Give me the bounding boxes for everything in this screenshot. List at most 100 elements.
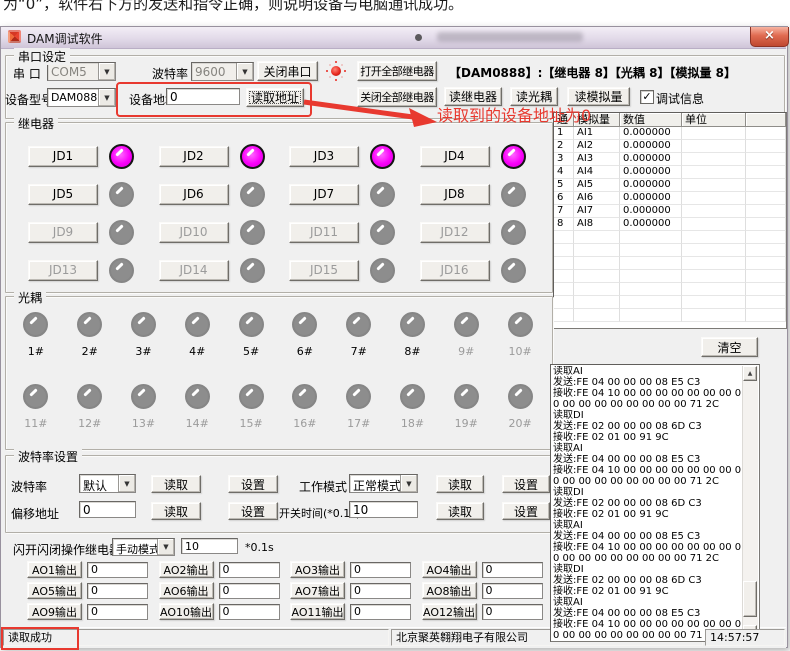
log-line: 读取AI (553, 597, 742, 608)
relay-button-jd15[interactable]: JD15 (289, 260, 359, 281)
flash-time-input[interactable] (181, 538, 238, 554)
relay-cell: JD13 (26, 251, 157, 289)
relay-button-jd16[interactable]: JD16 (420, 260, 490, 281)
ao-value-input-11[interactable] (350, 604, 411, 620)
log-line: 发送:FE 02 00 00 00 08 6D C3 (553, 575, 742, 586)
relay-button-jd11[interactable]: JD11 (289, 222, 359, 243)
ao-output-button-1[interactable]: AO1输出 (27, 561, 82, 578)
ao-output-button-8[interactable]: AO8输出 (422, 582, 477, 599)
relay-button-jd10[interactable]: JD10 (159, 222, 229, 243)
opto-indicator-6-off (292, 312, 317, 337)
opto-indicator-18-off (400, 384, 425, 409)
ao-value-input-10[interactable] (219, 604, 280, 620)
baudrate-label: 波特率 (11, 478, 47, 495)
table-row (554, 244, 786, 257)
ao-value-input-12[interactable] (482, 604, 543, 620)
table-cell: 0.000000 (620, 205, 682, 218)
opto-indicator-8-off (400, 312, 425, 337)
opto-label: 19# (455, 417, 478, 430)
relay-button-jd9[interactable]: JD9 (28, 222, 98, 243)
opto-channel: 17# (332, 384, 386, 430)
relay-button-jd8[interactable]: JD8 (420, 184, 490, 205)
table-cell: AI7 (574, 205, 620, 218)
app-logo-icon (8, 30, 21, 43)
offset-read-button[interactable]: 读取 (151, 502, 201, 520)
opto-indicator-15-off (239, 384, 264, 409)
switch-time-input[interactable] (349, 501, 418, 518)
relay-cell: JD2 (157, 137, 288, 175)
ao-output-button-12[interactable]: AO12输出 (422, 603, 477, 620)
ao-output-button-9[interactable]: AO9输出 (27, 603, 82, 620)
ao-output-button-7[interactable]: AO7输出 (290, 582, 345, 599)
close-button[interactable]: × (750, 27, 789, 47)
relay-button-jd1[interactable]: JD1 (28, 146, 98, 167)
baudrate-select[interactable]: 默认 ▼ (79, 474, 136, 493)
log-line: 发送:FE 02 00 00 00 08 6D C3 (553, 421, 742, 432)
scroll-up-icon[interactable]: ▲ (743, 366, 757, 381)
debug-info-checkbox[interactable]: ✓ (640, 90, 654, 104)
relay-cell: JD3 (287, 137, 418, 175)
ao-value-input-8[interactable] (482, 583, 543, 599)
ao-value-input-5[interactable] (87, 583, 148, 599)
ao-output-button-6[interactable]: AO6输出 (159, 582, 214, 599)
work-mode-select[interactable]: 正常模式 ▼ (349, 474, 418, 493)
opto-grid: 1#2#3#4#5#6#7#8#9#10#11#12#13#14#15#16#1… (9, 312, 547, 430)
log-scrollbar[interactable]: ▲ ▼ (742, 366, 758, 640)
baud-select[interactable]: 9600 ▼ (191, 62, 254, 81)
device-address-input[interactable] (166, 88, 240, 105)
relay-button-jd6[interactable]: JD6 (159, 184, 229, 205)
ao-value-input-2[interactable] (219, 562, 280, 578)
ao-output-button-10[interactable]: AO10输出 (159, 603, 214, 620)
ao-value-input-9[interactable] (87, 604, 148, 620)
relay-button-jd2[interactable]: JD2 (159, 146, 229, 167)
relay-button-jd13[interactable]: JD13 (28, 260, 98, 281)
table-cell (574, 283, 620, 296)
clear-log-button[interactable]: 清空 (701, 337, 758, 357)
open-all-relays-button[interactable]: 打开全部继电器 (357, 61, 437, 81)
scrollbar-thumb[interactable] (743, 581, 757, 617)
relay-cell: JD8 (418, 175, 549, 213)
relay-button-jd14[interactable]: JD14 (159, 260, 229, 281)
switch-time-set-button[interactable]: 设置 (502, 502, 550, 520)
relay-button-jd3[interactable]: JD3 (289, 146, 359, 167)
flash-time-unit: *0.1s (245, 541, 274, 554)
close-port-button[interactable]: 关闭串口 (257, 61, 318, 81)
table-row: 7AI70.000000 (554, 205, 786, 218)
table-cell (682, 205, 746, 218)
log-line: 发送:FE 04 00 00 00 08 E5 C3 (553, 377, 742, 388)
flash-mode-select[interactable]: 手动模式 ▼ (112, 538, 175, 556)
ao-cell: AO9输出 (27, 601, 159, 622)
ao-value-input-3[interactable] (350, 562, 411, 578)
ao-output-button-11[interactable]: AO11输出 (290, 603, 345, 620)
model-value: DAM0888 (48, 89, 98, 106)
ao-value-input-4[interactable] (482, 562, 543, 578)
relay-button-jd5[interactable]: JD5 (28, 184, 98, 205)
ao-output-button-4[interactable]: AO4输出 (422, 561, 477, 578)
ao-output-button-2[interactable]: AO2输出 (159, 561, 214, 578)
table-cell: AI6 (574, 192, 620, 205)
com-port-value: COM5 (48, 63, 98, 80)
status-message: 读取成功 (3, 629, 389, 646)
work-mode-set-button[interactable]: 设置 (502, 475, 550, 493)
relay-button-jd7[interactable]: JD7 (289, 184, 359, 205)
log-line: 接收:FE 04 10 00 00 00 00 00 00 00 00 00 0… (553, 465, 742, 487)
relay-button-jd4[interactable]: JD4 (420, 146, 490, 167)
offset-set-button[interactable]: 设置 (228, 502, 278, 520)
model-select[interactable]: DAM0888 ▼ (47, 88, 116, 107)
relay-button-jd12[interactable]: JD12 (420, 222, 490, 243)
switch-time-read-button[interactable]: 读取 (436, 502, 484, 520)
baudrate-set-button[interactable]: 设置 (228, 475, 278, 493)
table-row: 2AI20.000000 (554, 140, 786, 153)
table-cell (620, 244, 682, 257)
work-mode-read-button[interactable]: 读取 (436, 475, 484, 493)
ao-output-button-5[interactable]: AO5输出 (27, 582, 82, 599)
ao-output-button-3[interactable]: AO3输出 (290, 561, 345, 578)
close-all-relays-button[interactable]: 关闭全部继电器 (357, 87, 437, 107)
baudrate-read-button[interactable]: 读取 (151, 475, 201, 493)
read-address-button[interactable]: 读取地址 (246, 88, 304, 107)
ao-value-input-7[interactable] (350, 583, 411, 599)
ao-value-input-6[interactable] (219, 583, 280, 599)
ao-value-input-1[interactable] (87, 562, 148, 578)
offset-address-input[interactable] (79, 501, 136, 518)
table-cell (574, 244, 620, 257)
